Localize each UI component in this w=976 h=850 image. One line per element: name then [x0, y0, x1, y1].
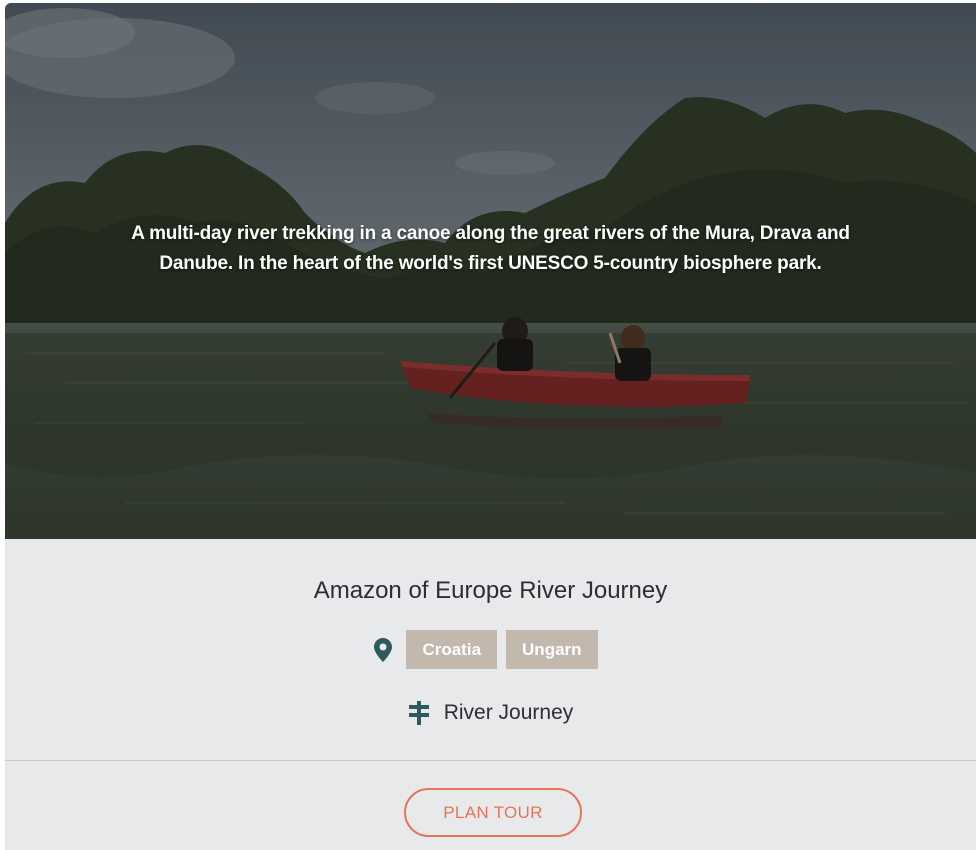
tour-info: Amazon of Europe River Journey Croatia U… — [5, 539, 976, 759]
tour-title[interactable]: Amazon of Europe River Journey — [5, 577, 976, 605]
map-pin-icon — [374, 637, 393, 662]
country-tag-croatia[interactable]: Croatia — [406, 630, 498, 669]
signpost-icon — [408, 701, 429, 725]
tour-category: River Journey — [5, 701, 976, 725]
tour-description: A multi-day river trekking in a canoe al… — [131, 223, 850, 274]
category-label: River Journey — [443, 701, 574, 724]
country-tags: Croatia Ungarn — [5, 630, 976, 669]
country-tag-ungarn[interactable]: Ungarn — [506, 630, 598, 669]
hero-image[interactable]: A multi-day river trekking in a canoe al… — [5, 3, 976, 539]
card-footer: PLAN TOUR — [5, 761, 976, 850]
tour-card: A multi-day river trekking in a canoe al… — [5, 3, 976, 850]
plan-tour-button[interactable]: PLAN TOUR — [404, 788, 582, 837]
